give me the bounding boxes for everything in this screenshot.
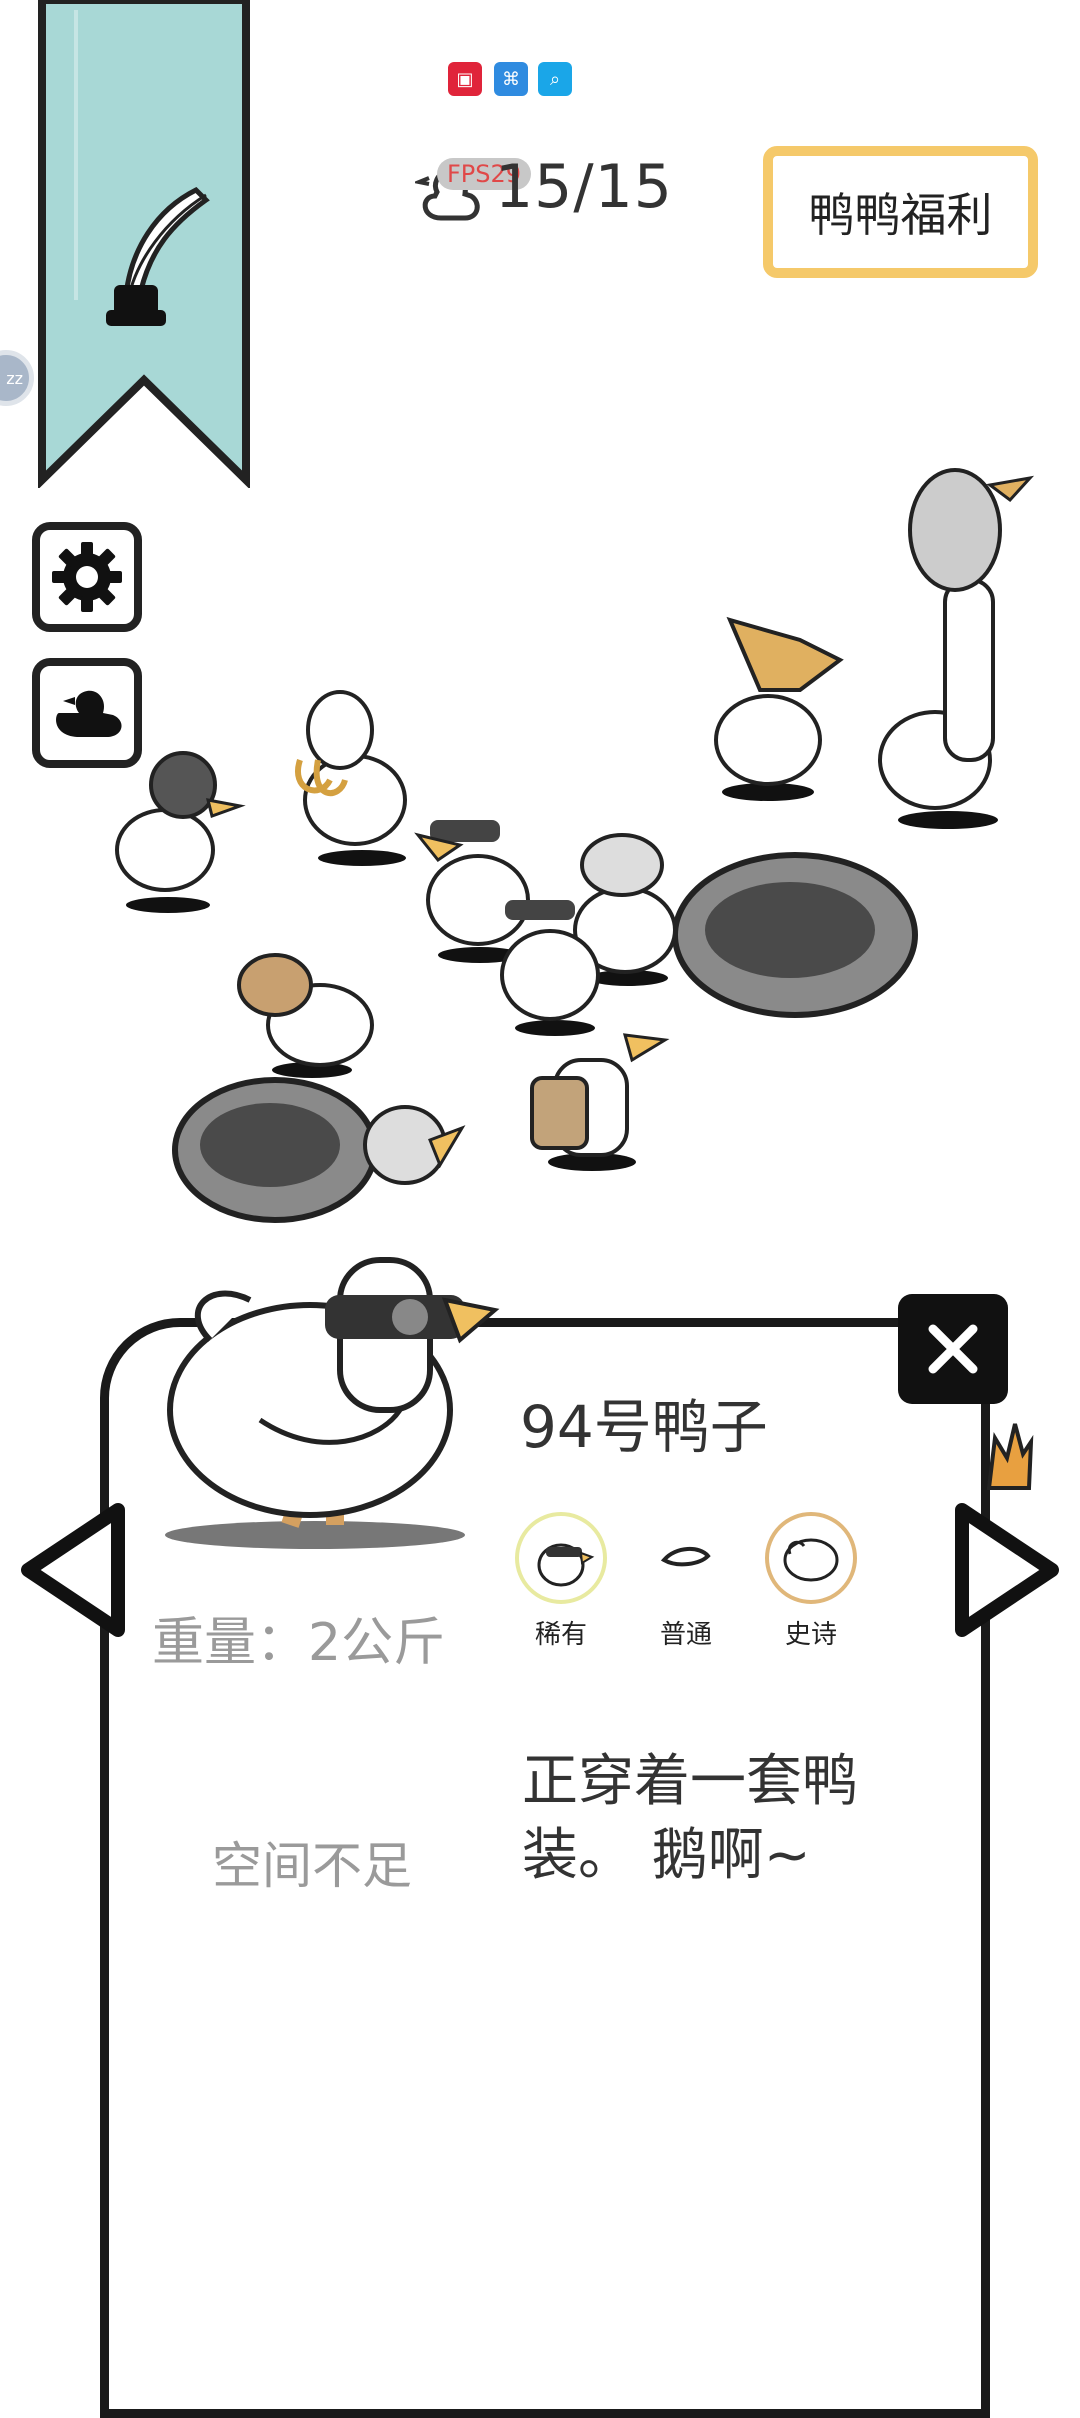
duck-long-neck[interactable] (878, 468, 1035, 829)
duck-gull[interactable] (363, 1105, 466, 1185)
close-button[interactable] (898, 1294, 1008, 1404)
duck-helmet[interactable] (115, 751, 246, 913)
next-duck-button[interactable] (952, 1500, 1062, 1640)
duck-tentacle[interactable] (295, 690, 407, 866)
duck-costume[interactable] (530, 1033, 670, 1171)
selected-duck-image (165, 1257, 500, 1549)
nest-right[interactable] (672, 852, 918, 1018)
part-epic-label: 史诗 (784, 1620, 837, 1650)
space-status: 空间不足 (212, 1837, 412, 1895)
prev-duck-button[interactable] (18, 1500, 128, 1640)
duck-rat[interactable] (237, 953, 374, 1078)
crown-icon (986, 1423, 1034, 1490)
duck-goggles[interactable] (414, 820, 530, 963)
goggles-duck-icon (515, 1512, 607, 1604)
close-icon (928, 1324, 978, 1374)
duck-yard-scene[interactable] (0, 0, 1080, 1320)
duck-name: 94号鸭子 (520, 1393, 768, 1461)
part-epic[interactable]: 史诗 (761, 1512, 861, 1651)
duck-dragon[interactable] (714, 616, 844, 801)
part-rare[interactable]: 稀有 (511, 1512, 611, 1651)
duck-description: 正穿着一套鸭装。 鹅啊~ (522, 1749, 858, 1888)
eye-part-icon (640, 1512, 732, 1604)
part-rare-label: 稀有 (534, 1620, 587, 1650)
part-common[interactable]: 普通 (636, 1512, 736, 1651)
part-common-label: 普通 (659, 1620, 712, 1650)
fluffy-body-icon (765, 1512, 857, 1604)
duck-weight: 重量：2公斤 (152, 1613, 446, 1673)
